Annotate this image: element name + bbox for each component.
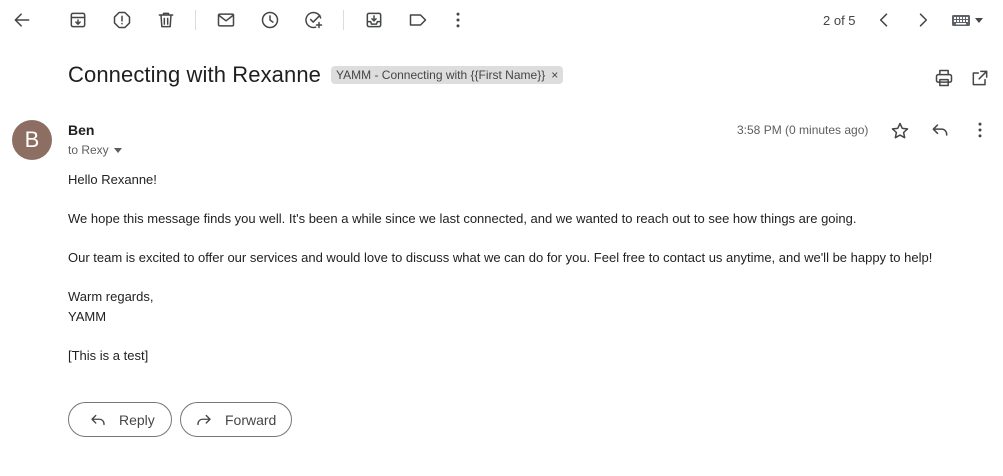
email-body: Hello Rexanne! We hope this message find… xyxy=(68,170,968,385)
recipient-label: to Rexy xyxy=(68,143,109,157)
body-signature: YAMM xyxy=(68,308,107,324)
snooze-icon[interactable] xyxy=(260,10,280,30)
subject-row: Connecting with Rexanne YAMM - Connectin… xyxy=(68,62,564,88)
toolbar-divider xyxy=(195,10,196,30)
reply-button-label: Reply xyxy=(119,411,155,428)
more-vert-icon[interactable] xyxy=(448,10,468,30)
back-arrow-icon[interactable] xyxy=(12,10,32,30)
body-paragraph: We hope this message finds you well. It'… xyxy=(68,211,857,226)
label-chip[interactable]: YAMM - Connecting with {{First Name}} × xyxy=(331,66,564,84)
forward-button[interactable]: Forward xyxy=(180,402,292,437)
label-chip-text: YAMM - Connecting with {{First Name}} xyxy=(336,68,546,82)
forward-arrow-icon xyxy=(197,414,211,425)
email-subject: Connecting with Rexanne xyxy=(68,62,322,87)
toolbar: 2 of 5 xyxy=(0,0,1003,40)
move-to-icon[interactable] xyxy=(364,10,384,30)
message-more-vert-icon[interactable] xyxy=(970,120,990,140)
body-greeting: Hello Rexanne! xyxy=(68,172,157,187)
newer-chevron-left-icon[interactable] xyxy=(874,10,894,30)
older-chevron-right-icon[interactable] xyxy=(913,10,933,30)
mark-unread-icon[interactable] xyxy=(216,10,236,30)
body-signoff: Warm regards, xyxy=(68,289,154,304)
pagination-counter: 2 of 5 xyxy=(823,13,856,28)
sender-name[interactable]: Ben xyxy=(68,122,94,138)
forward-button-label: Forward xyxy=(225,411,277,428)
toolbar-divider xyxy=(343,10,344,30)
print-icon[interactable] xyxy=(934,68,954,88)
avatar[interactable]: B xyxy=(12,120,52,160)
add-task-icon[interactable] xyxy=(304,10,324,30)
open-in-new-window-icon[interactable] xyxy=(970,68,990,88)
remove-label-icon[interactable]: × xyxy=(551,68,558,82)
reply-arrow-icon xyxy=(91,414,105,425)
label-icon[interactable] xyxy=(408,10,428,30)
reply-icon[interactable] xyxy=(930,120,950,140)
body-paragraph: Our team is excited to offer our service… xyxy=(68,250,933,265)
reply-button[interactable]: Reply xyxy=(68,402,172,437)
body-note: [This is a test] xyxy=(68,347,149,363)
report-spam-icon[interactable] xyxy=(112,10,132,30)
keyboard-icon[interactable] xyxy=(950,10,988,30)
recipient-details-toggle[interactable]: to Rexy xyxy=(68,143,122,157)
caret-down-icon xyxy=(113,147,122,153)
timestamp: 3:58 PM (0 minutes ago) xyxy=(737,123,869,137)
archive-icon[interactable] xyxy=(68,10,88,30)
star-icon[interactable] xyxy=(890,121,910,141)
delete-icon[interactable] xyxy=(156,10,176,30)
